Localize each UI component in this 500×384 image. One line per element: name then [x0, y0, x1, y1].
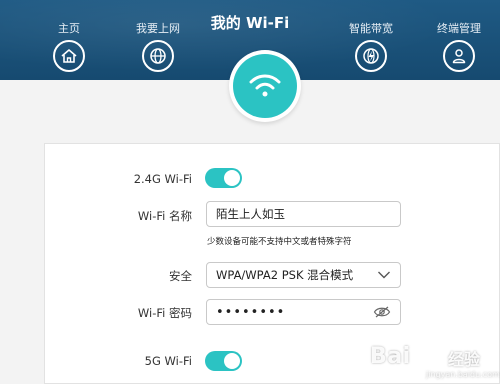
- nav-label-home: 主页: [58, 22, 80, 35]
- nav-label-bandwidth: 智能带宽: [349, 22, 393, 35]
- wifi-hub-button[interactable]: [229, 50, 301, 122]
- chevron-down-icon: [378, 271, 390, 279]
- wifi-password-label: Wi-Fi 密码: [137, 306, 192, 320]
- wifi-password-value: ••••••••: [216, 304, 286, 320]
- baidu-watermark: Bai 经验 jingyan.baidu.com: [370, 338, 500, 384]
- wifi24-toggle[interactable]: [205, 168, 242, 188]
- globe-icon[interactable]: [142, 40, 174, 72]
- toggle-knob: [224, 353, 240, 369]
- page-title: 我的 Wi-Fi: [210, 14, 290, 32]
- watermark-logo-text: Bai: [370, 344, 411, 369]
- nav-item-bandwidth[interactable]: 智能带宽: [336, 22, 406, 72]
- wifi-name-hint: 少数设备可能不支持中文或者特殊字符: [207, 237, 352, 247]
- nav-item-devices[interactable]: 终端管理: [424, 22, 494, 72]
- eye-hidden-icon[interactable]: [373, 306, 391, 318]
- wifi5-label: 5G Wi-Fi: [144, 354, 192, 368]
- nav-label-internet: 我要上网: [136, 22, 180, 35]
- nav-item-internet[interactable]: 我要上网: [123, 22, 193, 72]
- user-icon[interactable]: [443, 40, 475, 72]
- wifi-icon: [249, 74, 281, 97]
- wifi-name-input[interactable]: 陌生上人如玉: [206, 201, 401, 227]
- watermark-cn-text: 经验: [448, 350, 481, 369]
- watermark-url: jingyan.baidu.com: [426, 370, 500, 379]
- toggle-knob: [224, 170, 240, 186]
- wifi5-toggle[interactable]: [205, 351, 242, 371]
- wifi24-label: 2.4G Wi-Fi: [133, 172, 192, 186]
- nav-label-devices: 终端管理: [437, 22, 481, 35]
- wifi-name-value: 陌生上人如玉: [216, 207, 285, 221]
- wifi-password-input[interactable]: ••••••••: [206, 299, 401, 325]
- wifi-hub-circle: [233, 54, 297, 118]
- security-label: 安全: [169, 269, 192, 283]
- security-value: WPA/WPA2 PSK 混合模式: [216, 268, 354, 282]
- home-icon[interactable]: [53, 40, 85, 72]
- security-select[interactable]: WPA/WPA2 PSK 混合模式: [206, 262, 401, 288]
- wifi-name-label: Wi-Fi 名称: [137, 209, 192, 223]
- nav-item-home[interactable]: 主页: [34, 22, 104, 72]
- bandwidth-icon[interactable]: [355, 40, 387, 72]
